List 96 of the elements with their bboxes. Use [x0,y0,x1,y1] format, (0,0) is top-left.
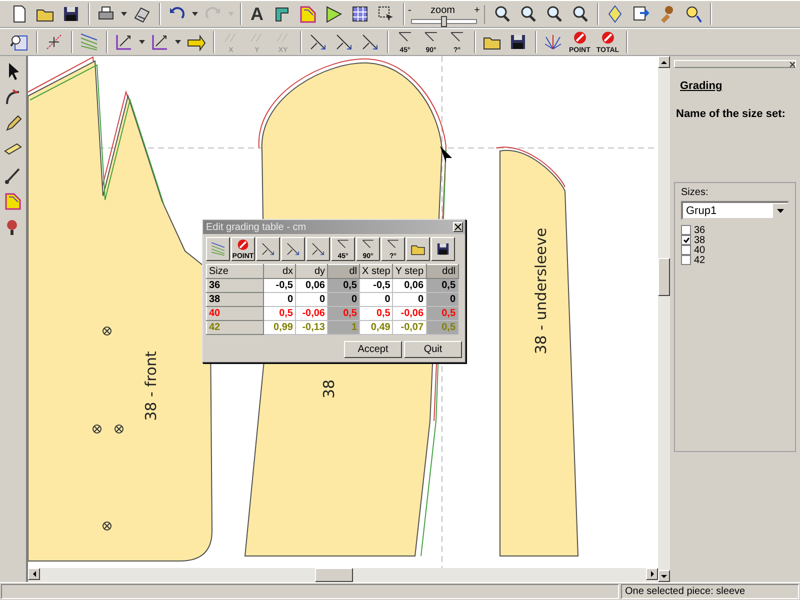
axes-icon [150,32,170,52]
size-checkbox[interactable] [681,235,691,245]
size-label: 40 [694,244,706,256]
column-header: Size [206,264,264,278]
dialog-title: Edit grading table - cm [206,222,306,232]
block-arrow-icon [186,32,206,52]
left-arrow-icon [32,571,36,577]
up-arrow-icon [661,60,667,64]
scroll-left-button[interactable] [28,568,40,580]
parallel-lines-button[interactable] [206,237,230,261]
drill-mark [92,424,102,434]
zoom-slider-thumb[interactable] [441,16,447,26]
zoom-out-label: - [408,4,412,16]
caret-icon [121,12,127,16]
diagonal-arrows-icon [360,32,380,52]
grid-icon [350,4,370,24]
diagonal-arrows-icon [308,32,328,52]
piece-label: 38 [320,379,338,399]
grading-cell[interactable]: -0,06 [392,306,426,320]
grading-cell[interactable]: 0 [360,292,393,306]
grading-cell[interactable]: 0 [426,292,458,306]
size-set-label: Name of the size set: [676,108,786,120]
cut-line-icon [44,32,64,52]
size-label: 42 [694,254,706,266]
caret-icon [139,40,145,44]
caret-icon [192,12,198,16]
grading-cell[interactable]: 0,5 [360,306,393,320]
diagonal-arrows-button[interactable] [281,237,305,261]
size-cell: 40 [206,306,264,320]
size-checkbox[interactable] [681,245,691,255]
diagonal-arrows-icon [309,241,327,257]
down-arrow-icon [661,574,667,578]
piece-label: 38 - undersleeve [532,228,550,354]
floppy-disk-button[interactable] [431,237,455,261]
arrow-shape-icon [324,4,344,24]
close-button[interactable] [453,222,463,232]
column-header: Y step [392,264,426,278]
sizes-group-label: Sizes: [681,187,710,198]
diagonal-arrows-icon [284,241,302,257]
axes-icon [114,32,134,52]
grading-cell[interactable]: 0,06 [392,278,426,292]
grading-cell[interactable]: 0,5 [264,306,296,320]
dropdown-arrow-icon [776,208,784,212]
pencil-icon [3,113,23,133]
size-cell: 38 [206,292,264,306]
scroll-down-button[interactable] [658,570,670,582]
close-icon[interactable] [790,62,795,66]
grading-cell[interactable]: 0,5 [328,278,360,292]
grading-cell[interactable]: 0 [392,292,426,306]
column-header: X step [360,264,393,278]
zoom-in-label: + [474,4,480,16]
piece-label: 38 - front [142,351,160,421]
zoom-label: zoom [430,4,455,16]
size-label: 36 [694,224,706,236]
scroll-thumb[interactable] [658,258,670,296]
column-header: ddl [426,264,458,278]
size-set-dropdown[interactable]: Grup1 [681,201,789,220]
drill-mark [102,522,112,530]
diagonal-arrows-icon [259,241,277,257]
accept-button[interactable]: Accept [344,341,402,358]
scroll-thumb[interactable] [315,568,353,582]
grading-cell[interactable]: 0,99 [264,320,296,334]
drill-mark [102,326,112,336]
grading-cell[interactable]: 0,5 [426,278,458,292]
grading-cell[interactable]: -0,07 [392,320,426,334]
grading-cell[interactable]: -0,5 [360,278,393,292]
diagonal-arrows-button[interactable] [256,237,280,261]
diagonal-arrows-button[interactable] [306,237,330,261]
size-label: 38 [694,234,706,246]
column-header: dl [328,264,360,278]
grading-cell[interactable]: 0 [328,292,360,306]
panel-title: Grading [680,80,724,92]
burst-icon [543,32,563,52]
scroll-right-button[interactable] [646,568,658,580]
cursor-icon [440,146,452,163]
quit-button[interactable]: Quit [404,341,462,358]
undersleeve-pattern-piece[interactable] [496,146,578,556]
size-checkbox[interactable] [681,225,691,235]
size-checkbox[interactable] [681,255,691,265]
status-message: One selected piece: sleeve [621,584,799,599]
letter-tool-button[interactable]: A [245,2,269,26]
folder-button[interactable] [406,237,430,261]
scroll-up-button[interactable] [658,56,670,68]
parallel-lines-icon [79,32,99,52]
diagonal-arrows-icon [334,32,354,52]
right-arrow-icon [650,571,654,577]
grading-cell[interactable]: -0,5 [264,278,296,292]
caret-icon [175,40,181,44]
drill-mark [114,424,124,434]
parallel-lines-icon [209,241,227,257]
size-cell: 42 [206,320,264,334]
grading-cell[interactable]: 0,49 [360,320,393,334]
column-header: dx [264,264,296,278]
grading-cell[interactable]: 0 [264,292,296,306]
column-header: dy [296,264,328,278]
size-cell: 36 [206,278,264,292]
